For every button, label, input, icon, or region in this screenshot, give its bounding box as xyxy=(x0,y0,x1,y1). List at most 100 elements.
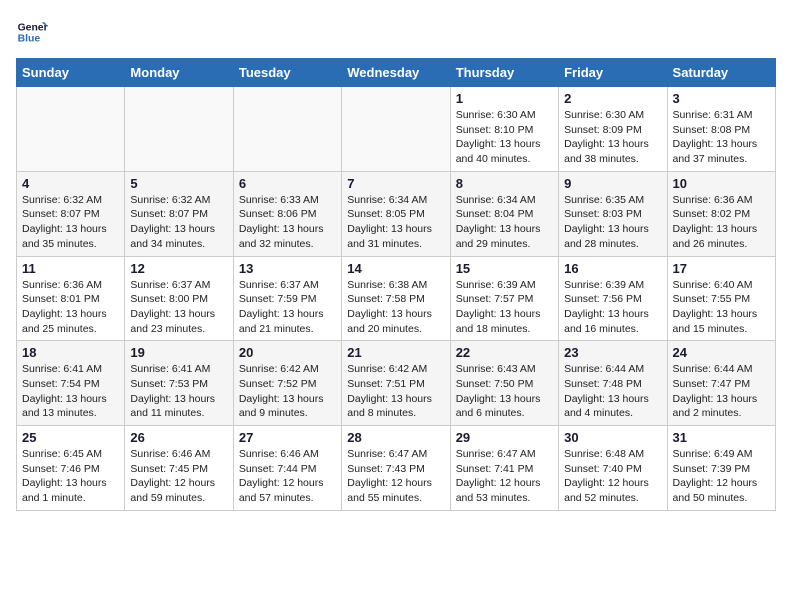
day-number: 2 xyxy=(564,91,661,106)
calendar-table: SundayMondayTuesdayWednesdayThursdayFrid… xyxy=(16,58,776,511)
day-number: 19 xyxy=(130,345,227,360)
calendar-cell: 17 Sunrise: 6:40 AM Sunset: 7:55 PM Dayli… xyxy=(667,256,775,341)
calendar-cell: 14 Sunrise: 6:38 AM Sunset: 7:58 PM Dayli… xyxy=(342,256,450,341)
weekday-header-thursday: Thursday xyxy=(450,59,558,87)
svg-text:Blue: Blue xyxy=(18,34,41,45)
day-number: 26 xyxy=(130,430,227,445)
calendar-week-4: 18Sunrise: 6:41 AM Sunset: 7:54 PM Dayli… xyxy=(17,341,776,426)
day-number: 27 xyxy=(239,430,336,445)
calendar-cell: 27Sunrise: 6:46 AM Sunset: 7:44 PM Dayli… xyxy=(233,426,341,511)
day-info: Sunrise: 6:47 AM Sunset: 7:43 PM Dayligh… xyxy=(347,447,444,506)
calendar-cell: 11Sunrise: 6:36 AM Sunset: 8:01 PM Dayli… xyxy=(17,256,125,341)
day-number: 13 xyxy=(239,261,336,276)
day-info: Sunrise: 6:32 AM Sunset: 8:07 PM Dayligh… xyxy=(130,193,227,252)
day-info: Sunrise: 6:31 AM Sunset: 8:08 PM Dayligh… xyxy=(673,108,770,167)
calendar-week-1: 1Sunrise: 6:30 AM Sunset: 8:10 PM Daylig… xyxy=(17,87,776,172)
day-info: Sunrise: 6:30 AM Sunset: 8:09 PM Dayligh… xyxy=(564,108,661,167)
calendar-week-3: 11Sunrise: 6:36 AM Sunset: 8:01 PM Dayli… xyxy=(17,256,776,341)
day-number: 6 xyxy=(239,176,336,191)
day-number: 24 xyxy=(673,345,770,360)
calendar-week-5: 25 Sunrise: 6:45 AM Sunset: 7:46 PM Dayli… xyxy=(17,426,776,511)
weekday-header-row: SundayMondayTuesdayWednesdayThursdayFrid… xyxy=(17,59,776,87)
day-info: Sunrise: 6:34 AM Sunset: 8:04 PM Dayligh… xyxy=(456,193,553,252)
day-number: 16 xyxy=(564,261,661,276)
svg-text:General: General xyxy=(18,22,48,33)
calendar-cell: 29Sunrise: 6:47 AM Sunset: 7:41 PM Dayli… xyxy=(450,426,558,511)
calendar-cell: 24 Sunrise: 6:44 AM Sunset: 7:47 PM Dayli… xyxy=(667,341,775,426)
calendar-cell: 7 Sunrise: 6:34 AM Sunset: 8:05 PM Daylig… xyxy=(342,171,450,256)
day-info: Sunrise: 6:42 AM Sunset: 7:52 PM Dayligh… xyxy=(239,362,336,421)
calendar-cell: 18Sunrise: 6:41 AM Sunset: 7:54 PM Dayli… xyxy=(17,341,125,426)
day-info: Sunrise: 6:42 AM Sunset: 7:51 PM Dayligh… xyxy=(347,362,444,421)
day-number: 21 xyxy=(347,345,444,360)
day-info: Sunrise: 6:47 AM Sunset: 7:41 PM Dayligh… xyxy=(456,447,553,506)
day-info: Sunrise: 6:41 AM Sunset: 7:54 PM Dayligh… xyxy=(22,362,119,421)
day-number: 5 xyxy=(130,176,227,191)
day-number: 25 xyxy=(22,430,119,445)
calendar-cell: 16Sunrise: 6:39 AM Sunset: 7:56 PM Dayli… xyxy=(559,256,667,341)
day-number: 12 xyxy=(130,261,227,276)
calendar-cell xyxy=(342,87,450,172)
day-number: 28 xyxy=(347,430,444,445)
day-info: Sunrise: 6:48 AM Sunset: 7:40 PM Dayligh… xyxy=(564,447,661,506)
day-number: 8 xyxy=(456,176,553,191)
calendar-cell: 22 Sunrise: 6:43 AM Sunset: 7:50 PM Dayli… xyxy=(450,341,558,426)
day-info: Sunrise: 6:35 AM Sunset: 8:03 PM Dayligh… xyxy=(564,193,661,252)
day-info: Sunrise: 6:44 AM Sunset: 7:47 PM Dayligh… xyxy=(673,362,770,421)
day-info: Sunrise: 6:44 AM Sunset: 7:48 PM Dayligh… xyxy=(564,362,661,421)
day-number: 9 xyxy=(564,176,661,191)
day-number: 7 xyxy=(347,176,444,191)
calendar-cell: 8 Sunrise: 6:34 AM Sunset: 8:04 PM Daylig… xyxy=(450,171,558,256)
calendar-cell: 9 Sunrise: 6:35 AM Sunset: 8:03 PM Daylig… xyxy=(559,171,667,256)
day-info: Sunrise: 6:49 AM Sunset: 7:39 PM Dayligh… xyxy=(673,447,770,506)
day-number: 11 xyxy=(22,261,119,276)
weekday-header-friday: Friday xyxy=(559,59,667,87)
day-number: 3 xyxy=(673,91,770,106)
calendar-cell xyxy=(233,87,341,172)
day-number: 14 xyxy=(347,261,444,276)
weekday-header-wednesday: Wednesday xyxy=(342,59,450,87)
calendar-cell: 3 Sunrise: 6:31 AM Sunset: 8:08 PM Daylig… xyxy=(667,87,775,172)
calendar-cell: 20 Sunrise: 6:42 AM Sunset: 7:52 PM Dayli… xyxy=(233,341,341,426)
day-number: 20 xyxy=(239,345,336,360)
page-header: General Blue xyxy=(16,16,776,48)
day-info: Sunrise: 6:40 AM Sunset: 7:55 PM Dayligh… xyxy=(673,278,770,337)
logo-icon: General Blue xyxy=(16,16,48,48)
day-info: Sunrise: 6:39 AM Sunset: 7:57 PM Dayligh… xyxy=(456,278,553,337)
calendar-cell: 15Sunrise: 6:39 AM Sunset: 7:57 PM Dayli… xyxy=(450,256,558,341)
day-info: Sunrise: 6:32 AM Sunset: 8:07 PM Dayligh… xyxy=(22,193,119,252)
calendar-cell: 21 Sunrise: 6:42 AM Sunset: 7:51 PM Dayli… xyxy=(342,341,450,426)
weekday-header-tuesday: Tuesday xyxy=(233,59,341,87)
logo: General Blue xyxy=(16,16,48,48)
day-number: 17 xyxy=(673,261,770,276)
day-number: 1 xyxy=(456,91,553,106)
weekday-header-sunday: Sunday xyxy=(17,59,125,87)
calendar-cell: 28 Sunrise: 6:47 AM Sunset: 7:43 PM Dayli… xyxy=(342,426,450,511)
weekday-header-monday: Monday xyxy=(125,59,233,87)
day-info: Sunrise: 6:45 AM Sunset: 7:46 PM Dayligh… xyxy=(22,447,119,506)
day-info: Sunrise: 6:43 AM Sunset: 7:50 PM Dayligh… xyxy=(456,362,553,421)
calendar-cell: 31 Sunrise: 6:49 AM Sunset: 7:39 PM Dayli… xyxy=(667,426,775,511)
day-info: Sunrise: 6:37 AM Sunset: 7:59 PM Dayligh… xyxy=(239,278,336,337)
day-info: Sunrise: 6:46 AM Sunset: 7:45 PM Dayligh… xyxy=(130,447,227,506)
day-number: 31 xyxy=(673,430,770,445)
calendar-cell: 4Sunrise: 6:32 AM Sunset: 8:07 PM Daylig… xyxy=(17,171,125,256)
day-info: Sunrise: 6:38 AM Sunset: 7:58 PM Dayligh… xyxy=(347,278,444,337)
calendar-cell xyxy=(17,87,125,172)
calendar-cell: 2 Sunrise: 6:30 AM Sunset: 8:09 PM Daylig… xyxy=(559,87,667,172)
day-number: 30 xyxy=(564,430,661,445)
calendar-cell: 25 Sunrise: 6:45 AM Sunset: 7:46 PM Dayli… xyxy=(17,426,125,511)
calendar-cell: 1Sunrise: 6:30 AM Sunset: 8:10 PM Daylig… xyxy=(450,87,558,172)
calendar-body: 1Sunrise: 6:30 AM Sunset: 8:10 PM Daylig… xyxy=(17,87,776,511)
day-number: 22 xyxy=(456,345,553,360)
day-number: 23 xyxy=(564,345,661,360)
calendar-week-2: 4Sunrise: 6:32 AM Sunset: 8:07 PM Daylig… xyxy=(17,171,776,256)
calendar-cell: 10Sunrise: 6:36 AM Sunset: 8:02 PM Dayli… xyxy=(667,171,775,256)
calendar-cell: 19 Sunrise: 6:41 AM Sunset: 7:53 PM Dayli… xyxy=(125,341,233,426)
calendar-cell: 13 Sunrise: 6:37 AM Sunset: 7:59 PM Dayli… xyxy=(233,256,341,341)
calendar-cell: 26 Sunrise: 6:46 AM Sunset: 7:45 PM Dayli… xyxy=(125,426,233,511)
calendar-cell: 23 Sunrise: 6:44 AM Sunset: 7:48 PM Dayli… xyxy=(559,341,667,426)
calendar-cell: 6Sunrise: 6:33 AM Sunset: 8:06 PM Daylig… xyxy=(233,171,341,256)
day-info: Sunrise: 6:34 AM Sunset: 8:05 PM Dayligh… xyxy=(347,193,444,252)
day-info: Sunrise: 6:41 AM Sunset: 7:53 PM Dayligh… xyxy=(130,362,227,421)
